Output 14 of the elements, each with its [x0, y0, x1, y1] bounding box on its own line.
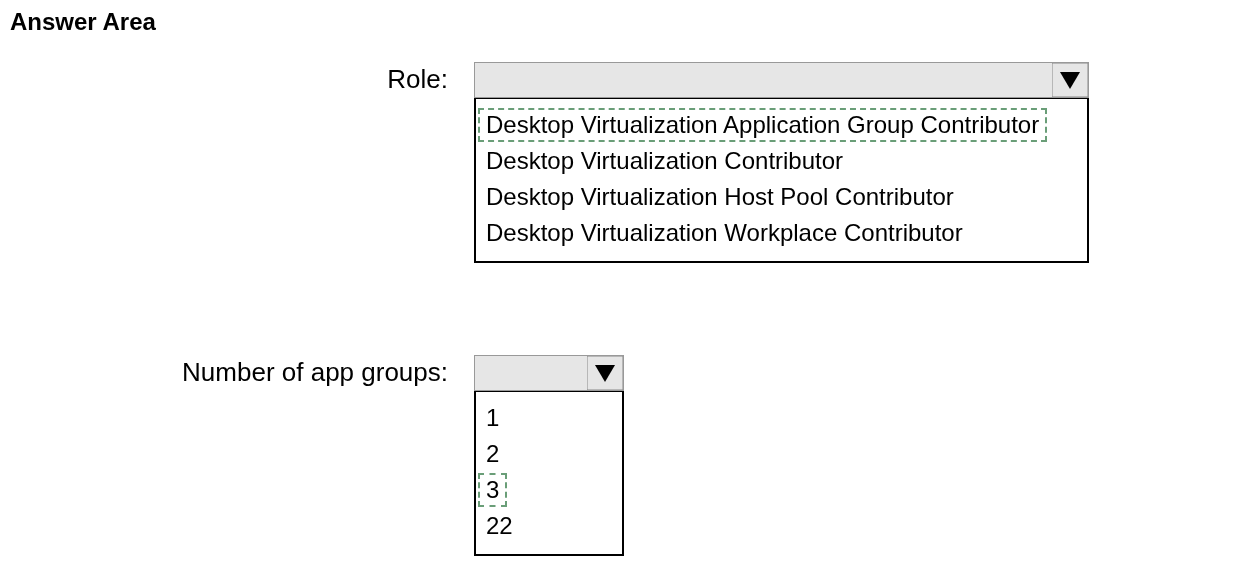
dropdown-option[interactable]: Desktop Virtualization Workplace Contributor — [478, 216, 971, 250]
dropdown-option[interactable]: Desktop Virtualization Host Pool Contributor — [478, 180, 962, 214]
dropdown-option[interactable]: 2 — [478, 437, 508, 471]
dropdown-arrow-icon[interactable] — [1052, 63, 1089, 97]
dropdown-option[interactable]: 1 — [478, 401, 508, 435]
question-label: Role: — [386, 64, 449, 95]
dropdown-option[interactable]: 3 — [478, 473, 508, 507]
dropdown-header[interactable] — [474, 355, 624, 391]
dropdown-option[interactable]: Desktop Virtualization Contributor — [478, 144, 852, 178]
answer-area-title: Answer Area — [9, 8, 157, 36]
dropdown-arrow-icon[interactable] — [587, 356, 623, 390]
question-label: Number of app groups: — [181, 357, 449, 388]
dropdown-option[interactable]: Desktop Virtualization Application Group Contributor — [478, 108, 1048, 142]
dropdown-option[interactable]: 22 — [478, 509, 521, 543]
